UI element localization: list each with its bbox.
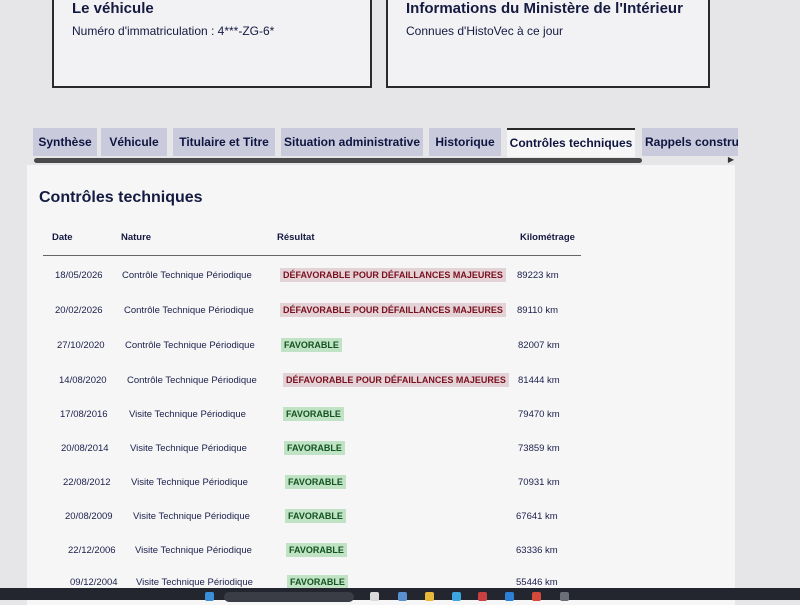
status-badge: FAVORABLE — [285, 475, 346, 489]
status-badge: DÉFAVORABLE POUR DÉFAILLANCES MAJEURES — [280, 268, 506, 282]
column-header-nature: Nature — [121, 232, 152, 243]
status-badge: FAVORABLE — [285, 509, 346, 523]
plate-number: Numéro d'immatriculation : 4***-ZG-6* — [72, 24, 275, 38]
row-result-cell: FAVORABLE — [281, 338, 342, 354]
header-divider — [43, 255, 581, 256]
ministry-card: Informations du Ministère de l'Intérieur… — [386, 0, 710, 88]
taskbar-search[interactable] — [224, 592, 354, 602]
taskbar — [0, 588, 800, 602]
row-mileage: 73859 km — [518, 443, 560, 454]
table-row: 22/08/2012 Visite Technique Périodique FAV… — [27, 475, 735, 495]
status-badge: DÉFAVORABLE POUR DÉFAILLANCES MAJEURES — [280, 303, 506, 317]
status-badge: DÉFAVORABLE POUR DÉFAILLANCES MAJEURES — [283, 373, 509, 387]
row-nature: Contrôle Technique Périodique — [124, 305, 254, 316]
tab-vehicule[interactable]: Véhicule — [101, 128, 167, 156]
row-result-cell: FAVORABLE — [285, 509, 346, 525]
ministry-card-text: Connues d'HistoVec à ce jour — [406, 24, 564, 38]
row-mileage: 67641 km — [516, 511, 558, 522]
row-result-cell: FAVORABLE — [284, 441, 345, 457]
row-mileage: 79470 km — [518, 409, 560, 420]
table-row: 22/12/2006 Visite Technique Périodique FAV… — [27, 543, 735, 563]
scroll-right-icon[interactable]: ▶ — [728, 156, 734, 164]
row-nature: Visite Technique Périodique — [131, 477, 248, 488]
row-result-cell: DÉFAVORABLE POUR DÉFAILLANCES MAJEURES — [280, 268, 506, 284]
row-nature: Visite Technique Périodique — [130, 443, 247, 454]
table-row: 20/08/2009 Visite Technique Périodique FAV… — [27, 509, 735, 529]
tabs-scrollbar[interactable]: ▶ — [30, 156, 734, 164]
row-mileage: 81444 km — [518, 375, 560, 386]
row-mileage: 63336 km — [516, 545, 558, 556]
row-nature: Contrôle Technique Périodique — [122, 270, 252, 281]
row-mileage: 89110 km — [517, 305, 559, 316]
tab-titulaire-titre[interactable]: Titulaire et Titre — [173, 128, 275, 156]
row-date: 14/08/2020 — [59, 375, 107, 386]
status-badge: FAVORABLE — [284, 441, 345, 455]
row-date: 20/02/2026 — [55, 305, 103, 316]
ministry-card-title: Informations du Ministère de l'Intérieur — [406, 0, 683, 17]
row-result-cell: FAVORABLE — [286, 543, 347, 559]
row-date: 17/08/2016 — [60, 409, 108, 420]
vehicle-card: Le véhicule Numéro d'immatriculation : 4… — [52, 0, 372, 88]
row-nature: Contrôle Technique Périodique — [127, 375, 257, 386]
vehicle-card-title: Le véhicule — [72, 0, 154, 17]
row-nature: Visite Technique Périodique — [129, 409, 246, 420]
table-row: 17/08/2016 Visite Technique Périodique FAV… — [27, 407, 735, 427]
row-result-cell: DÉFAVORABLE POUR DÉFAILLANCES MAJEURES — [280, 303, 506, 319]
status-badge: FAVORABLE — [281, 338, 342, 352]
tab-rappels-constructeur[interactable]: Rappels constru — [642, 128, 738, 156]
controls-panel: Contrôles techniques Date Nature Résulta… — [27, 165, 735, 605]
tab-situation-administrative[interactable]: Situation administrative — [281, 128, 423, 156]
section-title: Contrôles techniques — [39, 189, 203, 206]
row-mileage: 89223 km — [517, 270, 559, 281]
row-date: 22/12/2006 — [68, 545, 116, 556]
tab-synthese[interactable]: Synthèse — [33, 128, 97, 156]
tab-controles-techniques[interactable]: Contrôles techniques — [507, 128, 635, 157]
column-header-result: Résultat — [277, 232, 315, 243]
table-row: 20/02/2026 Contrôle Technique Périodique D… — [27, 303, 735, 323]
row-nature: Contrôle Technique Périodique — [125, 340, 255, 351]
row-nature: Visite Technique Périodique — [133, 511, 250, 522]
tab-bar: Synthèse Véhicule Titulaire et Titre Sit… — [33, 128, 738, 158]
column-header-mileage: Kilométrage — [520, 232, 575, 243]
scrollbar-thumb[interactable] — [34, 158, 642, 163]
row-result-cell: FAVORABLE — [285, 475, 346, 491]
row-result-cell: FAVORABLE — [283, 407, 344, 423]
row-result-cell: DÉFAVORABLE POUR DÉFAILLANCES MAJEURES — [283, 373, 509, 389]
row-date: 18/05/2026 — [55, 270, 103, 281]
row-date: 20/08/2009 — [65, 511, 113, 522]
row-date: 22/08/2012 — [63, 477, 111, 488]
row-nature: Visite Technique Périodique — [135, 545, 252, 556]
table-row: 20/08/2014 Visite Technique Périodique FAV… — [27, 441, 735, 461]
row-mileage: 70931 km — [518, 477, 560, 488]
column-header-date: Date — [52, 232, 73, 243]
status-badge: FAVORABLE — [283, 407, 344, 421]
row-mileage: 82007 km — [518, 340, 560, 351]
table-row: 18/05/2026 Contrôle Technique Périodique D… — [27, 268, 735, 288]
tab-historique[interactable]: Historique — [429, 128, 501, 156]
status-badge: FAVORABLE — [286, 543, 347, 557]
row-date: 20/08/2014 — [61, 443, 109, 454]
status-badge: FAVORABLE — [287, 575, 348, 589]
row-date: 27/10/2020 — [57, 340, 105, 351]
table-row: 14/08/2020 Contrôle Technique Périodique D… — [27, 373, 735, 393]
table-row: 27/10/2020 Contrôle Technique Périodique F… — [27, 338, 735, 358]
